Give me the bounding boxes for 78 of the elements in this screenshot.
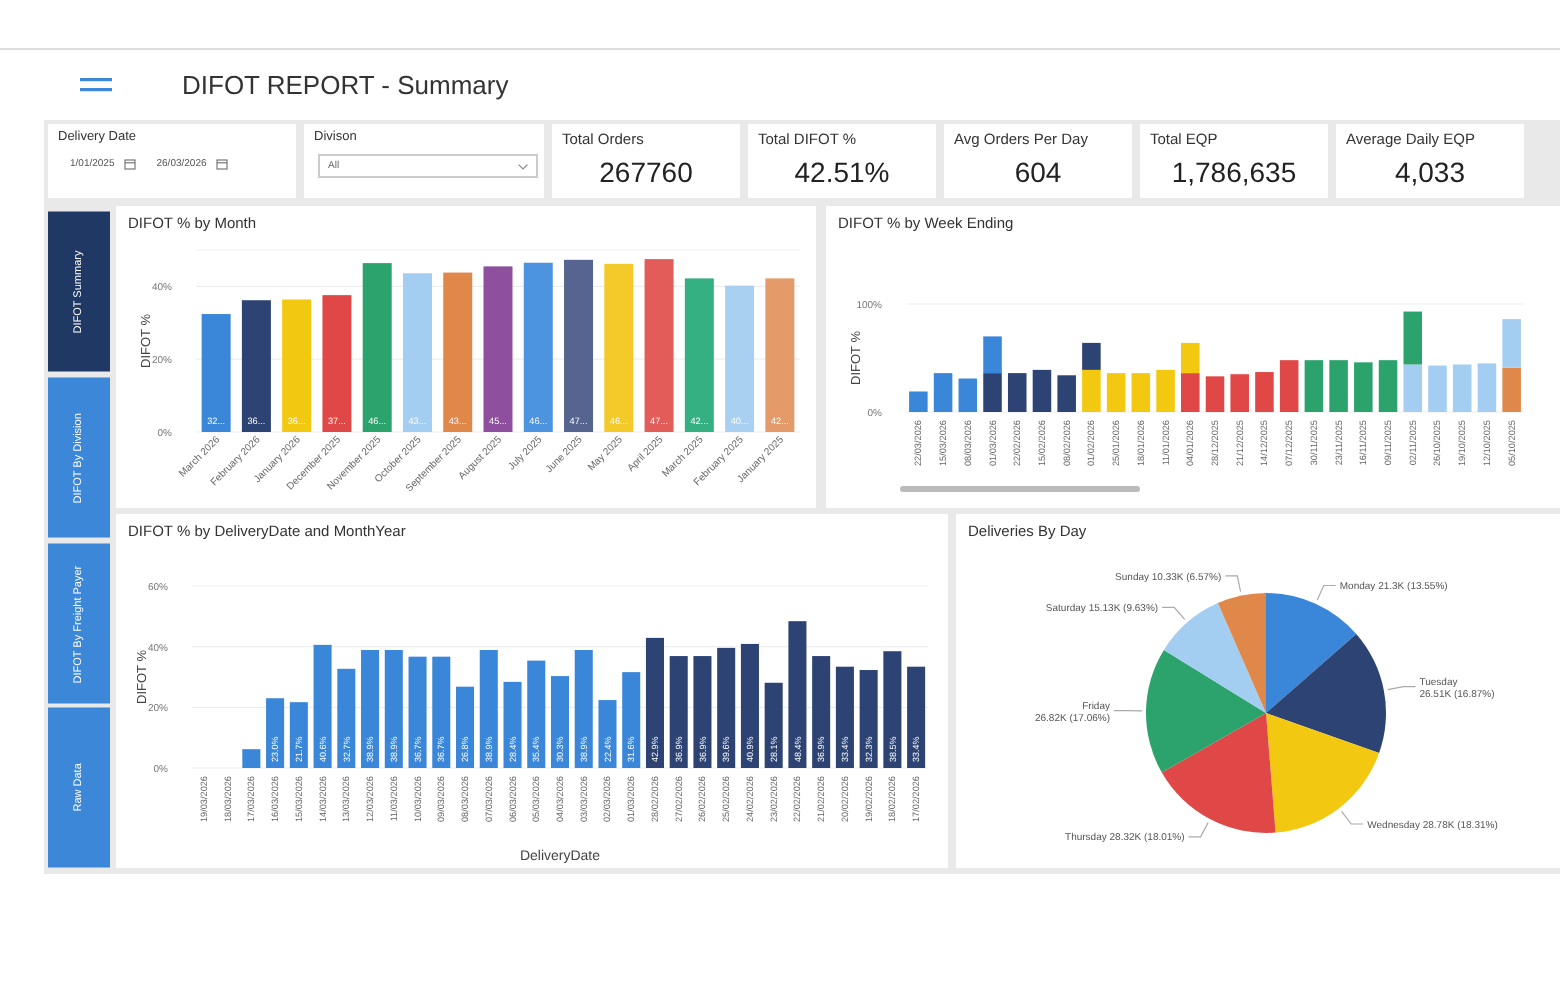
bar — [909, 391, 928, 412]
bar — [645, 637, 664, 768]
bar — [527, 660, 546, 768]
bar — [408, 656, 427, 768]
bar — [717, 647, 736, 768]
bar — [266, 698, 285, 768]
leader-line — [1387, 686, 1417, 691]
bar — [958, 378, 978, 412]
bar — [201, 314, 231, 432]
bar — [551, 676, 569, 768]
bar — [1007, 373, 1027, 412]
bar — [1255, 372, 1274, 412]
bar — [1181, 373, 1200, 412]
bar — [622, 672, 641, 768]
bar — [859, 670, 878, 768]
bar — [1131, 373, 1151, 412]
bar — [1502, 367, 1521, 412]
bar — [835, 666, 854, 768]
calendar-icon — [216, 158, 229, 170]
kpi-value: 267760 — [597, 156, 695, 188]
bar — [1057, 375, 1076, 412]
bar — [1304, 360, 1324, 412]
bar — [740, 643, 759, 768]
bar — [933, 373, 953, 412]
bar — [907, 666, 926, 768]
bar — [432, 656, 451, 768]
bar — [983, 373, 1002, 412]
calendar-icon — [124, 158, 137, 170]
leader-line — [1188, 822, 1209, 838]
bar — [1279, 360, 1299, 412]
bar — [1502, 319, 1521, 368]
bar — [1205, 376, 1225, 412]
bar — [322, 295, 352, 432]
chevron-icon — [518, 163, 528, 169]
bar — [241, 300, 271, 432]
bar — [313, 644, 332, 768]
scrollbar[interactable] — [900, 486, 1140, 492]
bar — [1106, 373, 1126, 412]
kpi-value: 604 — [1012, 156, 1064, 188]
bar — [361, 650, 380, 768]
kpi-value: 42.51% — [792, 156, 892, 188]
bar — [479, 650, 498, 768]
bar — [812, 656, 831, 768]
bar — [764, 682, 783, 768]
bar — [983, 336, 1002, 374]
bar — [1230, 374, 1249, 412]
bar — [574, 650, 593, 768]
bar — [598, 700, 617, 768]
bar — [503, 681, 522, 768]
bar — [1477, 363, 1497, 412]
bar — [242, 749, 261, 768]
kpi-value: 1,786,635 — [1169, 156, 1299, 188]
leader-line — [1224, 575, 1242, 593]
bar — [1428, 365, 1447, 412]
bar — [1403, 364, 1423, 412]
kpi-value: 4,033 — [1392, 156, 1468, 188]
bar — [1403, 311, 1423, 365]
bar — [883, 651, 902, 768]
bar — [1452, 364, 1472, 412]
leader-line — [1113, 710, 1143, 712]
bar — [1378, 360, 1398, 412]
bar — [282, 299, 312, 432]
bar — [1032, 369, 1052, 412]
bar — [1354, 362, 1373, 412]
bar — [1181, 342, 1200, 374]
bar — [669, 656, 688, 768]
bar — [1329, 360, 1348, 412]
bar — [384, 650, 403, 768]
menu-icon[interactable] — [80, 78, 112, 92]
leader-line — [1316, 584, 1337, 601]
bar — [289, 702, 308, 768]
bar — [337, 668, 356, 768]
bar — [456, 686, 475, 768]
leader-line — [1161, 606, 1186, 620]
bar — [1156, 369, 1175, 412]
bar — [693, 656, 712, 768]
leader-line — [1340, 810, 1364, 825]
report-title: DIFOT REPORT - Summary — [182, 70, 509, 100]
